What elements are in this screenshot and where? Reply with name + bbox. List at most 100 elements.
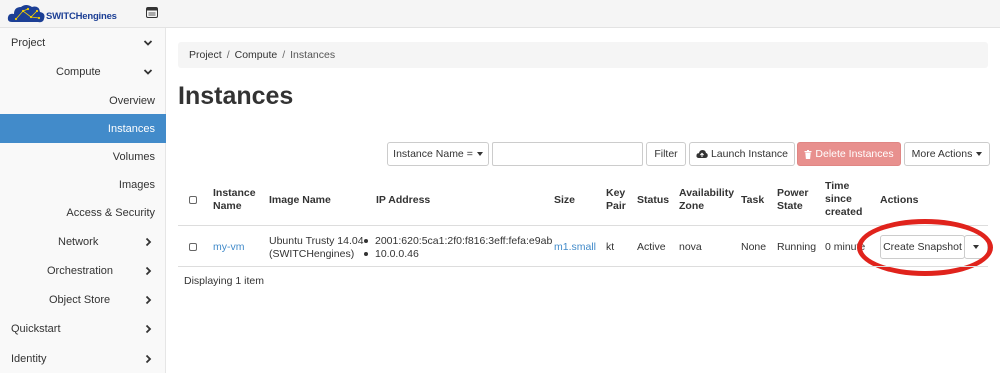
- column-header-ip-address[interactable]: IP Address: [376, 194, 430, 207]
- sidebar-item-object-store[interactable]: Object Store: [0, 285, 166, 314]
- ip-list-item: 2001:620:5ca1:2f0:f816:3eff:fefa:e9ab: [364, 235, 552, 248]
- sidebar-item-images[interactable]: Images: [0, 170, 166, 199]
- ip-address: 2001:620:5ca1:2f0:f816:3eff:fefa:e9ab: [375, 235, 553, 247]
- chevron-right-icon: [145, 295, 152, 304]
- page-title: Instances: [178, 82, 294, 110]
- instance-size-link[interactable]: m1.small: [554, 241, 596, 254]
- sidebar-item-project[interactable]: Project: [0, 28, 166, 57]
- sidebar-item-label: Quickstart: [11, 322, 61, 335]
- column-header-instance-name[interactable]: Instance Name: [213, 187, 256, 213]
- sidebar-toggle-icon[interactable]: [146, 7, 158, 18]
- ip-address: 10.0.0.46: [375, 248, 419, 260]
- chevron-right-icon: [145, 237, 152, 246]
- sidebar-item-compute[interactable]: Compute: [0, 57, 166, 86]
- header-line: Instance: [213, 187, 256, 199]
- caret-down-icon: [476, 152, 483, 156]
- breadcrumb: Project / Compute / Instances: [178, 42, 988, 68]
- sidebar-item-label: Object Store: [49, 293, 111, 306]
- column-header-time-since-created[interactable]: Time since created: [825, 180, 862, 219]
- launch-instance-button[interactable]: Launch Instance: [689, 142, 795, 166]
- column-header-power-state[interactable]: Power State: [777, 187, 809, 213]
- filter-button-label: Filter: [654, 148, 678, 160]
- image-name-line: (SWITCHengines): [269, 248, 355, 260]
- filter-input[interactable]: [492, 142, 643, 166]
- table-header-divider: [178, 225, 988, 226]
- column-header-image-name[interactable]: Image Name: [269, 194, 331, 207]
- caret-down-icon: [976, 152, 983, 156]
- sidebar-item-label: Network: [58, 235, 99, 248]
- bullet-icon: [364, 239, 368, 244]
- sidebar-item-orchestration[interactable]: Orchestration: [0, 256, 166, 285]
- sidebar-item-instances[interactable]: Instances: [0, 114, 166, 143]
- column-header-key-pair[interactable]: Key Pair: [606, 187, 626, 213]
- launch-instance-label: Launch Instance: [710, 148, 789, 160]
- instance-ip-list: 2001:620:5ca1:2f0:f816:3eff:fefa:e9ab 10…: [364, 235, 552, 261]
- header-line: Time: [825, 180, 850, 192]
- instance-name-link[interactable]: my-vm: [213, 241, 245, 254]
- header-line: Availability: [679, 187, 735, 199]
- instance-key-pair: kt: [606, 241, 615, 253]
- instance-status: Active: [637, 241, 666, 253]
- column-header-status[interactable]: Status: [637, 194, 669, 207]
- sidebar-item-label: Overview: [109, 94, 155, 107]
- sidebar-item-label: Orchestration: [47, 264, 114, 277]
- chevron-down-icon: [143, 39, 153, 46]
- instance-task: None: [741, 241, 767, 253]
- sidebar-item-label: Volumes: [112, 150, 155, 163]
- breadcrumb-separator: /: [282, 49, 286, 61]
- trash-icon: [804, 149, 812, 159]
- row-checkbox[interactable]: [189, 243, 197, 251]
- header-line: Key: [606, 187, 626, 199]
- chevron-right-icon: [145, 266, 152, 275]
- bullet-icon: [364, 252, 368, 257]
- more-actions-button[interactable]: More Actions: [904, 142, 990, 166]
- breadcrumb-separator: /: [226, 49, 230, 61]
- sidebar-item-quickstart[interactable]: Quickstart: [0, 314, 166, 343]
- chevron-down-icon: [143, 68, 153, 75]
- column-header-task[interactable]: Task: [741, 194, 764, 207]
- ip-list-item: 10.0.0.46: [364, 248, 552, 261]
- table-row-divider: [178, 266, 988, 267]
- header-line: Power: [777, 187, 809, 199]
- header-line: since: [825, 193, 852, 205]
- filter-button[interactable]: Filter: [646, 142, 686, 166]
- table-footer-count: Displaying 1 item: [184, 275, 264, 287]
- sidebar-item-label: Images: [118, 178, 155, 191]
- filter-field-label: Instance Name =: [393, 148, 473, 160]
- switchengines-logo[interactable]: SWITCHengines: [6, 2, 131, 26]
- sidebar-item-identity[interactable]: Identity: [0, 344, 166, 373]
- sidebar-item-volumes[interactable]: Volumes: [0, 142, 166, 171]
- header-line: Name: [213, 200, 242, 212]
- sidebar-item-label: Compute: [56, 65, 101, 78]
- sidebar-item-network[interactable]: Network: [0, 227, 166, 256]
- header-line: State: [777, 200, 803, 212]
- delete-instances-button[interactable]: Delete Instances: [797, 142, 901, 166]
- sidebar-item-access-security[interactable]: Access & Security: [0, 198, 166, 227]
- highlight-annotation-ring: [857, 219, 993, 276]
- header-line: Zone: [679, 200, 705, 212]
- sidebar-item-overview[interactable]: Overview: [0, 86, 166, 115]
- instance-image-name: Ubuntu Trusty 14.04 (SWITCHengines): [269, 235, 364, 261]
- instance-power-state: Running: [777, 241, 817, 253]
- cloud-upload-icon: [696, 150, 708, 158]
- more-actions-label: More Actions: [911, 148, 973, 160]
- sidebar: Project Compute Overview Instances Volum…: [0, 28, 166, 373]
- instance-availability-zone: nova: [679, 241, 702, 253]
- sidebar-item-label: Project: [11, 36, 46, 49]
- header-line: created: [825, 206, 863, 218]
- top-bar: SWITCHengines: [0, 0, 1000, 28]
- chevron-right-icon: [145, 354, 152, 363]
- breadcrumb-item-project[interactable]: Project: [189, 49, 222, 61]
- sidebar-item-label: Access & Security: [66, 206, 155, 219]
- filter-field-select[interactable]: Instance Name =: [387, 142, 489, 166]
- column-header-actions: Actions: [880, 194, 919, 206]
- breadcrumb-item-instances: Instances: [290, 49, 336, 61]
- select-all-checkbox[interactable]: [189, 196, 197, 204]
- header-line: Pair: [606, 200, 626, 212]
- image-name-line: Ubuntu Trusty 14.04: [269, 235, 364, 247]
- delete-instances-label: Delete Instances: [815, 148, 894, 160]
- breadcrumb-item-compute[interactable]: Compute: [235, 49, 278, 61]
- column-header-size[interactable]: Size: [554, 194, 575, 207]
- sidebar-item-label: Instances: [107, 122, 155, 135]
- column-header-availability-zone[interactable]: Availability Zone: [679, 187, 734, 213]
